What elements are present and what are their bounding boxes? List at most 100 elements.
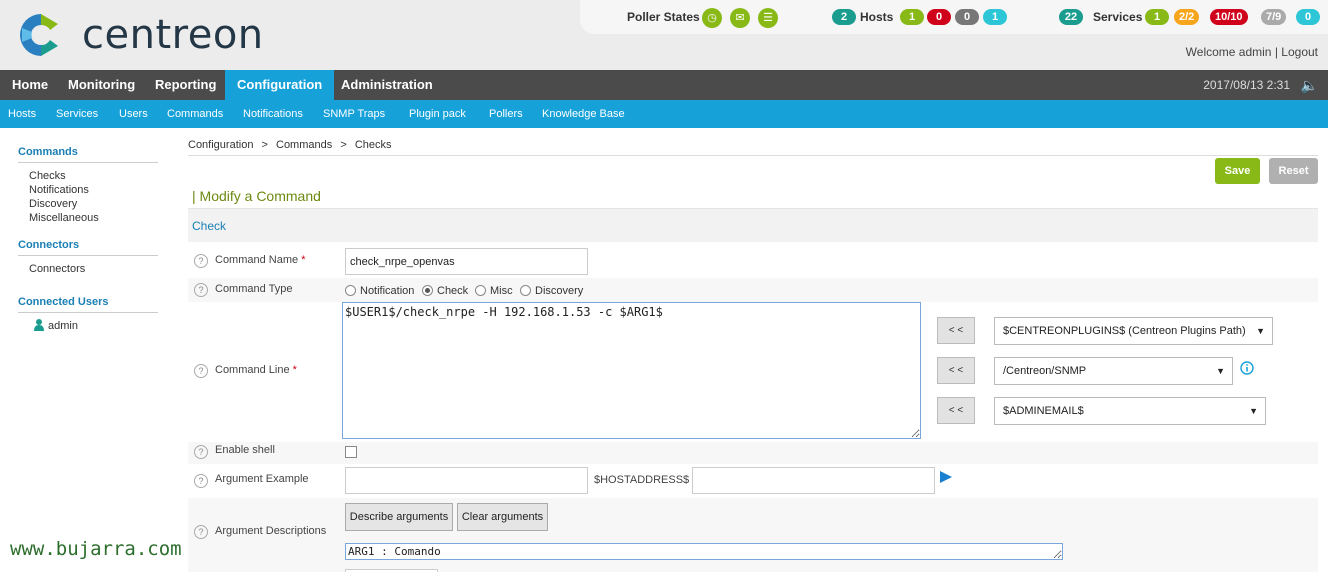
brand-name: centreon	[82, 12, 264, 58]
command-line-textarea[interactable]: $USER1$/check_nrpe -H 192.168.1.53 -c $A…	[342, 302, 921, 439]
user-icon	[34, 319, 44, 331]
command-line-row: ? Command Line * $USER1$/check_nrpe -H 1…	[188, 302, 1318, 442]
help-icon[interactable]: ?	[194, 525, 208, 539]
nav-home[interactable]: Home	[0, 70, 60, 100]
plugins-path-select[interactable]: $CENTREONPLUGINS$ (Centreon Plugins Path…	[994, 317, 1273, 345]
type-discovery-radio[interactable]: Discovery	[520, 285, 583, 297]
subnav-hosts[interactable]: Hosts	[8, 100, 36, 128]
hosts-down-badge[interactable]: 0	[927, 9, 951, 25]
separator: |	[1274, 45, 1278, 59]
sidebar-item-connectors[interactable]: Connectors	[18, 262, 158, 276]
hosts-label: Hosts	[860, 10, 894, 24]
services-total-badge[interactable]: 22	[1059, 9, 1083, 25]
hosts-total-badge[interactable]: 2	[832, 9, 856, 25]
clock: 2017/08/13 2:31	[1203, 78, 1290, 92]
clear-arguments-button[interactable]: Clear arguments	[457, 503, 548, 531]
user-info: Welcome admin | Logout	[1186, 45, 1318, 59]
sidebar-user-admin: admin	[18, 319, 158, 333]
hostaddress-label: $HOSTADDRESS$	[594, 474, 690, 486]
sub-nav: Hosts Services Users Commands Notificati…	[0, 100, 1328, 128]
nav-administration[interactable]: Administration	[329, 70, 445, 100]
argument-example-input[interactable]	[345, 467, 588, 494]
insert-macro-button-1[interactable]: < <	[937, 317, 975, 344]
command-type-row: ? Command Type Notification Check Misc D…	[188, 278, 1318, 302]
status-bar: Poller States ◷ ✉ ☰ 2 Hosts 1 0 0 1 22 S…	[580, 0, 1328, 34]
welcome-text: Welcome admin	[1185, 45, 1272, 59]
help-icon[interactable]: ?	[194, 254, 208, 268]
hosts-up-badge[interactable]: 1	[900, 9, 924, 25]
top-header: centreon Poller States ◷ ✉ ☰ 2 Hosts 1 0…	[0, 0, 1328, 70]
breadcrumb-separator: >	[261, 139, 268, 151]
command-type-label: Command Type	[215, 283, 293, 295]
info-icon[interactable]	[1240, 361, 1254, 375]
macro-select[interactable]: $ADMINEMAIL$ ▼	[994, 397, 1266, 425]
enable-shell-label: Enable shell	[215, 444, 275, 456]
section-header: Check	[188, 208, 1318, 242]
resource-select[interactable]: /Centreon/SNMP ▼	[994, 357, 1233, 385]
subnav-pollers[interactable]: Pollers	[489, 100, 523, 128]
subnav-notifications[interactable]: Notifications	[243, 100, 303, 128]
help-icon[interactable]: ?	[194, 364, 208, 378]
argument-example-label: Argument Example	[215, 473, 309, 485]
poller-inbox-icon[interactable]: ✉	[730, 8, 750, 28]
subnav-knowledge-base[interactable]: Knowledge Base	[542, 100, 625, 128]
save-button[interactable]: Save	[1215, 158, 1260, 184]
hostaddress-input[interactable]	[692, 467, 935, 494]
type-check-radio[interactable]: Check	[422, 285, 468, 297]
subnav-users[interactable]: Users	[119, 100, 148, 128]
reset-button[interactable]: Reset	[1269, 158, 1318, 184]
help-icon[interactable]: ?	[194, 474, 208, 488]
type-notification-radio[interactable]: Notification	[345, 285, 414, 297]
services-warning-badge[interactable]: 2/2	[1174, 9, 1200, 25]
sidebar-connectors-heading[interactable]: Connectors	[18, 239, 158, 256]
help-icon[interactable]: ?	[194, 283, 208, 297]
command-name-input[interactable]	[345, 248, 588, 275]
main-nav: Home Monitoring Reporting Configuration …	[0, 70, 1328, 100]
hosts-pending-badge[interactable]: 1	[983, 9, 1007, 25]
services-critical-badge[interactable]: 10/10	[1210, 9, 1248, 25]
poller-database-icon[interactable]: ☰	[758, 8, 778, 28]
subnav-plugin-pack[interactable]: Plugin pack	[409, 100, 466, 128]
watermark: www.bujarra.com	[10, 538, 182, 560]
poller-clock-icon[interactable]: ◷	[702, 8, 722, 28]
command-name-label: Command Name *	[215, 254, 306, 266]
services-pending-badge[interactable]: 0	[1296, 9, 1320, 25]
logout-link[interactable]: Logout	[1281, 45, 1318, 59]
services-ok-badge[interactable]: 1	[1145, 9, 1169, 25]
insert-macro-button-3[interactable]: < <	[937, 397, 975, 424]
enable-shell-checkbox[interactable]	[345, 446, 357, 458]
services-unknown-badge[interactable]: 7/9	[1261, 9, 1287, 25]
argument-descriptions-row: ? Argument Descriptions Describe argumen…	[188, 498, 1318, 572]
command-name-row: ? Command Name *	[188, 244, 1318, 278]
argument-example-row: ? Argument Example $HOSTADDRESS$	[188, 464, 1318, 498]
breadcrumb-configuration[interactable]: Configuration	[188, 139, 253, 151]
nav-reporting[interactable]: Reporting	[143, 70, 228, 100]
type-misc-radio[interactable]: Misc	[475, 285, 513, 297]
insert-macro-button-2[interactable]: < <	[937, 357, 975, 384]
sidebar-item-notifications[interactable]: Notifications	[18, 183, 158, 197]
nav-configuration[interactable]: Configuration	[225, 70, 335, 100]
subnav-commands[interactable]: Commands	[167, 100, 223, 128]
centreon-logo[interactable]: centreon	[18, 12, 278, 58]
sidebar-item-checks[interactable]: Checks	[18, 169, 158, 183]
subnav-services[interactable]: Services	[56, 100, 98, 128]
sidebar-commands-heading[interactable]: Commands	[18, 146, 158, 163]
breadcrumb-separator: >	[340, 139, 347, 151]
play-icon[interactable]	[939, 470, 953, 484]
argument-descriptions-textarea[interactable]: ARG1 : Comando	[345, 543, 1063, 560]
help-icon[interactable]: ?	[194, 445, 208, 459]
describe-arguments-button[interactable]: Describe arguments	[345, 503, 453, 531]
dropdown-arrow-icon: ▼	[1249, 406, 1258, 416]
dropdown-arrow-icon: ▼	[1216, 366, 1225, 376]
subnav-snmp-traps[interactable]: SNMP Traps	[323, 100, 385, 128]
breadcrumb: Configuration > Commands > Checks	[188, 139, 1318, 156]
breadcrumb-commands[interactable]: Commands	[276, 139, 332, 151]
nav-monitoring[interactable]: Monitoring	[56, 70, 147, 100]
services-label: Services	[1093, 10, 1143, 24]
speaker-icon[interactable]: 🔈	[1301, 77, 1318, 94]
breadcrumb-checks[interactable]: Checks	[355, 139, 392, 151]
sidebar-item-discovery[interactable]: Discovery	[18, 197, 158, 211]
sidebar-item-miscellaneous[interactable]: Miscellaneous	[18, 211, 158, 225]
sidebar: Commands Checks Notifications Discovery …	[18, 146, 158, 333]
hosts-unreachable-badge[interactable]: 0	[955, 9, 979, 25]
